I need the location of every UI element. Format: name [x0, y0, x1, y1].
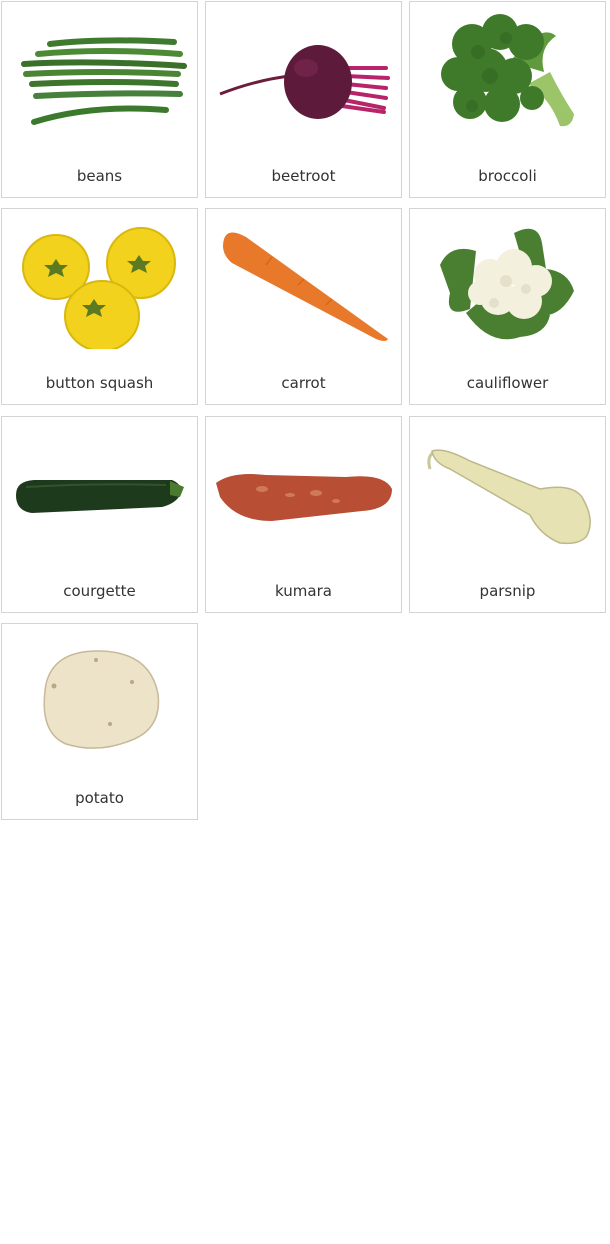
card-label: carrot — [281, 374, 326, 392]
parsnip-image — [427, 449, 591, 545]
carrot-image — [223, 232, 388, 341]
card-label: potato — [75, 789, 124, 807]
beetroot-image — [219, 45, 390, 119]
card-label: parsnip — [479, 582, 536, 600]
button-squash-image — [22, 227, 176, 349]
card-beans[interactable]: beans — [1, 1, 198, 198]
broccoli-image — [441, 14, 574, 127]
cauliflower-image — [440, 228, 574, 340]
card-broccoli[interactable]: broccoli — [409, 1, 606, 198]
potato-image — [43, 650, 160, 749]
card-label: beetroot — [271, 167, 336, 185]
card-parsnip[interactable]: parsnip — [409, 416, 606, 613]
card-label: cauliflower — [466, 374, 549, 392]
card-potato[interactable]: potato — [1, 623, 198, 820]
card-label: courgette — [63, 582, 136, 600]
card-label: button squash — [45, 374, 154, 392]
card-carrot[interactable]: carrot — [205, 208, 402, 405]
card-courgette[interactable]: courgette — [1, 416, 198, 613]
card-label: beans — [76, 167, 123, 185]
card-button-squash[interactable]: button squash — [1, 208, 198, 405]
beans-image — [21, 37, 187, 125]
card-beetroot[interactable]: beetroot — [205, 1, 402, 198]
card-cauliflower[interactable]: cauliflower — [409, 208, 606, 405]
courgette-image — [16, 480, 184, 513]
card-label: broccoli — [478, 167, 537, 185]
kumara-image — [216, 474, 392, 521]
card-kumara[interactable]: kumara — [205, 416, 402, 613]
card-label: kumara — [275, 582, 332, 600]
